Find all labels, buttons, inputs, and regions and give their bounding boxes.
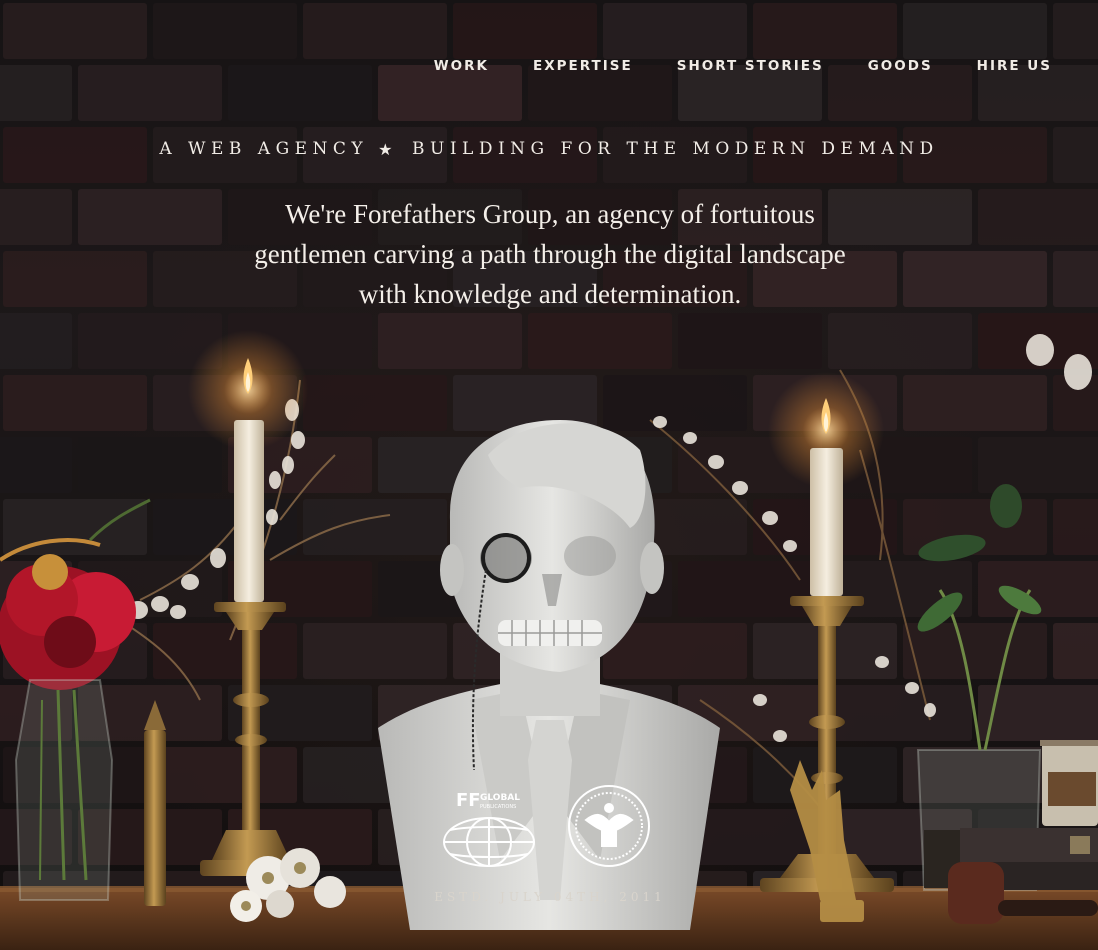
- globe-logo-icon: [443, 817, 535, 867]
- established-date: ESTD. JULY 04TH, 2011: [434, 890, 666, 904]
- glass-vase: [14, 679, 114, 901]
- marble-bust: [378, 420, 720, 930]
- left-candlestick: [200, 602, 304, 876]
- hero-section: WORK EXPERTISE SHORT STORIES GOODS HIRE …: [0, 0, 1098, 950]
- logo-label: GLOBAL: [480, 793, 520, 803]
- bronze-tin: [1040, 740, 1098, 826]
- catkins-right: [653, 334, 1092, 742]
- red-flowers: [0, 498, 151, 690]
- brass-shell: [144, 730, 166, 906]
- logo-sublabel: PUBLICATIONS: [480, 804, 516, 810]
- right-candle: [810, 448, 843, 596]
- still-life-illustration: FF GLOBAL PUBLICATIONS: [0, 330, 1098, 950]
- logo-mark: FF: [456, 790, 481, 811]
- left-candle: [234, 420, 264, 602]
